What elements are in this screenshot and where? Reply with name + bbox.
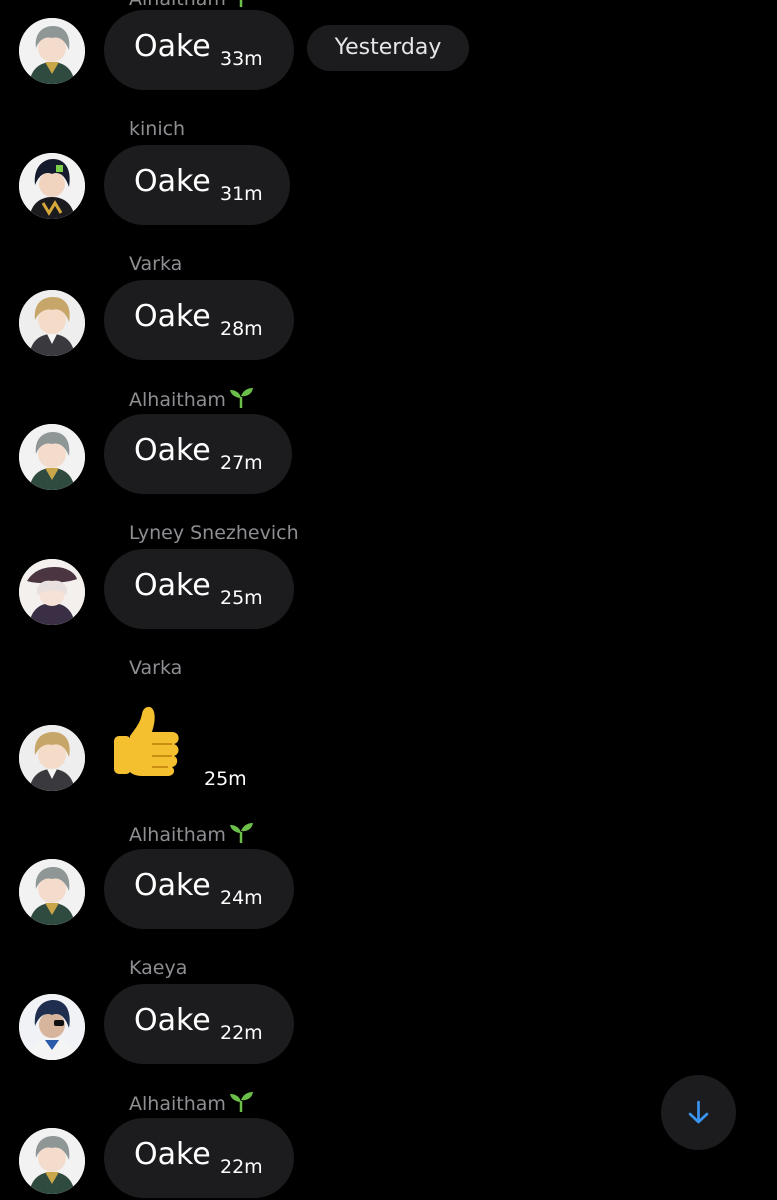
message-text: Oake — [134, 29, 211, 64]
avatar-varka[interactable] — [19, 290, 85, 356]
avatar-varka[interactable] — [19, 725, 85, 791]
sender-name: Varka — [129, 253, 183, 275]
sender-name: Varka — [129, 657, 183, 679]
scroll-to-bottom-button[interactable] — [661, 1075, 736, 1150]
message-bubble[interactable]: Oake 31m — [104, 145, 290, 225]
avatar-kaeya[interactable] — [19, 994, 85, 1060]
message-time: 27m — [220, 452, 263, 474]
sender-name: kinich — [129, 118, 186, 140]
sender-name: Alhaitham — [129, 0, 254, 10]
message-text: Oake — [134, 299, 211, 334]
message-time: 25m — [220, 587, 263, 609]
sender-name: Kaeya — [129, 957, 188, 979]
message-time: 28m — [220, 318, 263, 340]
thumbs-up-emoji[interactable] — [108, 700, 186, 778]
sprout-icon — [229, 1092, 253, 1113]
avatar-alhaitham[interactable] — [19, 424, 85, 490]
sender-name: Alhaitham — [129, 1091, 254, 1115]
sprout-icon — [239, 0, 243, 8]
sprout-icon — [229, 823, 253, 844]
message-text: Oake — [134, 1137, 211, 1172]
message-time: 22m — [220, 1156, 263, 1178]
message-time: 33m — [220, 48, 263, 70]
date-divider: Yesterday — [307, 25, 469, 71]
message-bubble[interactable]: Oake 33m — [104, 10, 294, 90]
message-bubble[interactable]: Oake 27m — [104, 414, 292, 494]
message-bubble[interactable]: Oake 25m — [104, 549, 294, 629]
message-bubble[interactable]: Oake 22m — [104, 1118, 294, 1198]
message-text: Oake — [134, 568, 211, 603]
message-text: Oake — [134, 164, 211, 199]
message-bubble[interactable]: Oake 24m — [104, 849, 294, 929]
message-bubble[interactable]: Oake 22m — [104, 984, 294, 1064]
arrow-down-icon — [688, 1100, 709, 1124]
message-bubble[interactable]: Oake 28m — [104, 280, 294, 360]
sender-name: Lyney Snezhevich — [129, 522, 299, 544]
message-text: Oake — [134, 868, 211, 903]
message-time: 25m — [204, 768, 247, 790]
avatar-lyney[interactable] — [19, 559, 85, 625]
avatar-alhaitham[interactable] — [19, 1128, 85, 1194]
message-text: Oake — [134, 1003, 211, 1038]
message-time: 22m — [220, 1022, 263, 1044]
sender-name: Alhaitham — [129, 822, 254, 846]
sender-name: Alhaitham — [129, 387, 254, 411]
message-time: 24m — [220, 887, 263, 909]
avatar-alhaitham[interactable] — [19, 18, 85, 84]
message-time: 31m — [220, 183, 263, 205]
sprout-icon — [229, 388, 253, 409]
message-text: Oake — [134, 433, 211, 468]
avatar-alhaitham[interactable] — [19, 859, 85, 925]
avatar-kinich[interactable] — [19, 153, 85, 219]
